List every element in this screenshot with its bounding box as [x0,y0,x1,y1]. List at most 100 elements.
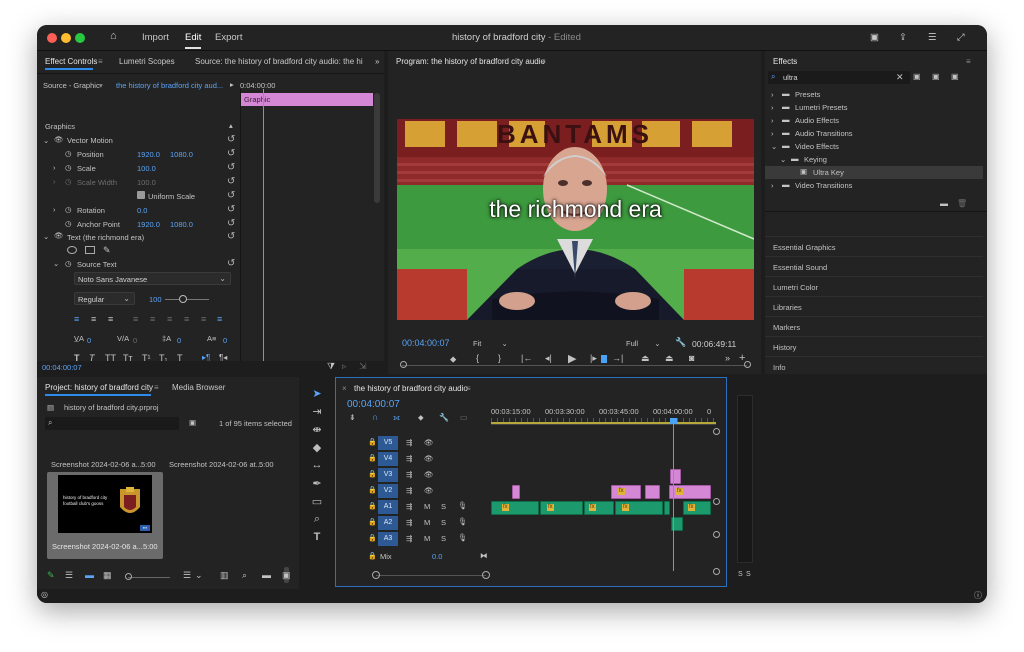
ec-timecode[interactable]: 00:04:00:07 [42,363,82,372]
solo-button[interactable]: S [441,502,446,511]
audio-clip[interactable]: fx [540,501,583,515]
chevron-right-icon[interactable]: › [771,129,774,138]
type-tool-icon[interactable]: T [303,531,331,543]
timeline-zoom-handle[interactable] [482,571,490,579]
rectangle-mask-icon[interactable] [85,246,95,254]
video-clip[interactable] [645,485,660,499]
sync-lock-icon[interactable]: ⇶ [406,470,412,479]
timeline-timecode[interactable]: 00:04:00:07 [347,399,400,410]
lock-icon[interactable]: 🔒 [368,534,377,542]
effects-tree-item[interactable]: › ▬ Video Transitions [765,179,983,192]
justify-all-icon[interactable]: ≡ [184,314,189,324]
sync-lock-icon[interactable]: ⇶ [406,502,412,511]
position-x-value[interactable]: 1920.0 [137,150,160,159]
solo-right-button[interactable]: S [746,571,751,578]
menu-import[interactable]: Import [142,32,169,43]
project-search-input[interactable]: ⌕ [45,417,179,430]
program-timecode[interactable]: 00:04:00:07 [402,338,450,348]
filter-icon[interactable]: ⧩ [327,361,335,372]
video-clip[interactable]: fx [611,485,641,499]
lock-icon[interactable]: 🔒 [368,552,377,560]
track-target-a1[interactable]: A1 [378,500,398,514]
add-button-icon[interactable]: + [739,352,745,364]
extract-icon[interactable]: ⏏ [665,353,674,364]
stopwatch-icon[interactable]: ◷ [65,205,72,214]
panel-section-essential-sound[interactable]: Essential Sound [765,256,983,276]
track-target-a3[interactable]: A3 [378,532,398,546]
delete-icon[interactable]: 🗑 [957,199,967,208]
lock-icon[interactable]: 🔒 [368,454,377,462]
reset-icon[interactable]: ↺ [227,204,376,215]
justify-left-icon[interactable]: ≡ [133,314,138,324]
effects-search-input[interactable]: ⌕ ultra [768,71,910,84]
menu-edit[interactable]: Edit [185,32,201,43]
minimize-window-button[interactable] [61,33,71,43]
solo-button[interactable]: S [441,518,446,527]
razor-tool-icon[interactable]: ◆ [303,441,331,454]
tracking-value[interactable]: 0 [87,336,91,345]
align-right-icon[interactable]: ≡ [108,314,113,324]
accelerated-effects-icon[interactable]: ▣ [913,72,921,81]
play-clip-icon[interactable]: ▸ [230,80,234,89]
eye-icon[interactable]: 👁 [424,454,434,463]
tab-menu-icon[interactable]: ≡ [466,384,471,393]
tab-lumetri-scopes[interactable]: Lumetri Scopes [119,57,175,66]
center-align-icon[interactable]: ≡ [217,314,222,324]
mute-button[interactable]: M [424,518,430,527]
anchor-y-value[interactable]: 1080.0 [170,220,193,229]
chevron-right-icon[interactable]: › [53,163,56,172]
new-bin-icon[interactable]: ▬ [940,199,948,208]
track-target-v3[interactable]: V3 [378,468,398,482]
video-clip[interactable]: fx [669,485,711,499]
effects-tree-item[interactable]: › ▬ Audio Transitions [765,127,983,140]
timeline-zoom-handle[interactable] [372,571,380,579]
vertical-zoom-handle[interactable] [713,568,720,575]
font-family-select[interactable]: Noto Sans Javanese ⌄ [74,272,231,285]
step-forward-icon[interactable]: |▸ [590,353,597,364]
panel-section-libraries[interactable]: Libraries [765,296,983,316]
stopwatch-icon[interactable]: ◷ [65,163,72,172]
export-frame-icon[interactable]: ◙ [689,353,694,363]
add-marker-icon[interactable]: ⬥ [450,354,456,365]
panel-section-lumetri-color[interactable]: Lumetri Color [765,276,983,296]
project-item-name[interactable]: Screenshot 2024-02-06 a... [51,460,142,469]
title-overlay-text[interactable]: the richmond era [397,196,754,223]
icon-view-icon[interactable]: ▬ [85,570,94,580]
reset-icon[interactable]: ↺ [227,218,376,229]
eye-icon[interactable]: 👁 [54,135,64,144]
mark-in-icon[interactable]: { [476,353,479,363]
stopwatch-icon[interactable]: ◷ [65,259,72,268]
rectangle-tool-icon[interactable]: ▭ [303,495,331,508]
reset-icon[interactable]: ↺ [227,148,376,159]
font-size-value[interactable]: 100 [149,295,162,304]
nest-icon[interactable]: ⇟ [349,413,356,422]
close-sequence-icon[interactable]: × [342,384,347,393]
tab-menu-icon[interactable]: ≡ [154,383,159,392]
font-size-slider-handle[interactable] [179,295,187,303]
progress-icon[interactable]: ☰ [928,32,937,43]
hand-tool-icon[interactable]: ⌕ [303,513,331,526]
find-icon[interactable]: ▣ [189,418,196,427]
sort-icon[interactable]: ☰ [183,570,191,581]
tab-menu-icon[interactable]: ≡ [966,57,971,66]
zoom-select[interactable]: Fit ⌄ [473,339,508,348]
list-view-icon[interactable]: ☰ [65,570,73,581]
more-buttons-icon[interactable]: » [725,353,730,363]
mix-value[interactable]: 0.0 [432,552,442,561]
sync-lock-icon[interactable]: ⇶ [406,534,412,543]
more-tabs-icon[interactable]: » [375,57,379,66]
tab-effect-controls[interactable]: Effect Controls [45,57,97,66]
find-icon[interactable]: ⌕ [242,570,247,581]
tab-project[interactable]: Project: history of bradford city [45,383,153,392]
tab-menu-icon[interactable]: ≡ [98,57,103,66]
track-target-v5[interactable]: V5 [378,436,398,450]
collapse-icon[interactable]: ▴ [229,121,233,130]
video-clip[interactable] [512,485,520,499]
reset-icon[interactable]: ↺ [227,134,376,145]
baseline-shift-value[interactable]: 0 [223,336,227,345]
ellipse-mask-icon[interactable] [67,246,77,254]
linked-selection-icon[interactable]: ⟗ [393,413,400,423]
reset-icon[interactable]: ↺ [227,190,376,201]
panel-section-markers[interactable]: Markers [765,316,983,336]
sync-lock-icon[interactable]: ⇶ [406,518,412,527]
